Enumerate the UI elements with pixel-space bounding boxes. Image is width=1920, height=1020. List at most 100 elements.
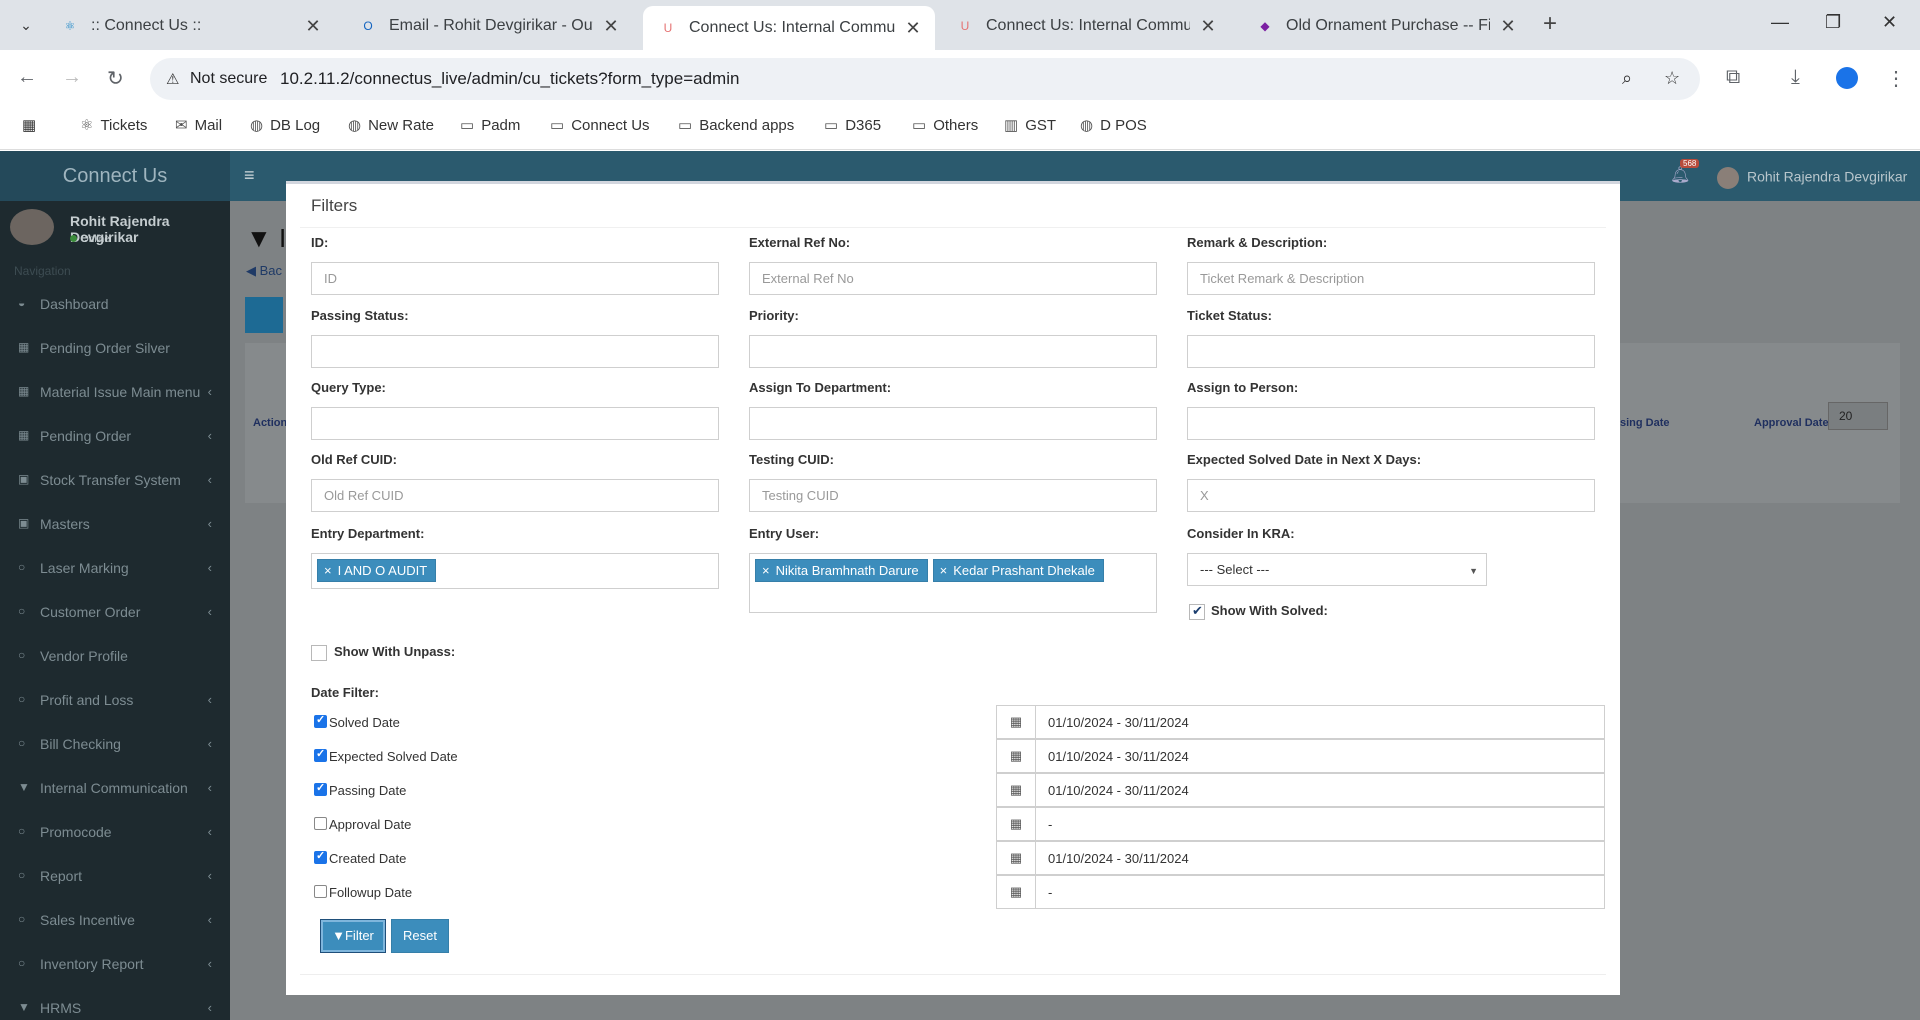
menu-icon[interactable]: ⋮ bbox=[1886, 66, 1906, 91]
bookmark-item[interactable]: ▭ Connect Us bbox=[550, 116, 650, 135]
entry-dept-multiselect[interactable]: × I AND O AUDIT bbox=[311, 553, 719, 589]
date-filter-checkbox[interactable] bbox=[314, 817, 327, 830]
close-window-button[interactable]: ✕ bbox=[1882, 12, 1897, 33]
sidebar-item[interactable]: ○ Inventory Report ‹ bbox=[0, 943, 230, 987]
date-range-input[interactable]: 01/10/2024 - 30/11/2024 bbox=[1035, 705, 1605, 739]
bookmark-star-icon[interactable]: ☆ bbox=[1664, 68, 1680, 89]
bookmark-item[interactable]: ▭ Others bbox=[912, 116, 978, 135]
tab-close-icon[interactable]: ✕ bbox=[1498, 16, 1518, 37]
bookmark-item[interactable]: ▭ Padm bbox=[460, 116, 520, 135]
entry-user-multiselect[interactable]: × Nikita Bramhnath Darure × Kedar Prashant … bbox=[749, 553, 1157, 613]
filter-toggle-button[interactable] bbox=[245, 297, 283, 333]
col-approval-date[interactable]: Approval Date bbox=[1754, 417, 1829, 429]
restore-button[interactable]: ❐ bbox=[1825, 12, 1841, 33]
date-filter-checkbox[interactable] bbox=[314, 713, 327, 728]
date-filter-checkbox[interactable] bbox=[314, 885, 327, 898]
sidebar-item[interactable]: ▼ HRMS ‹ bbox=[0, 987, 230, 1020]
expected-days-input[interactable]: X bbox=[1187, 479, 1595, 512]
sidebar-item[interactable]: ○ Bill Checking ‹ bbox=[0, 723, 230, 767]
remove-tag-icon[interactable]: × bbox=[324, 563, 332, 578]
url-text[interactable]: 10.2.11.2/connectus_live/admin/cu_ticket… bbox=[280, 69, 739, 89]
calendar-icon[interactable]: ▦ bbox=[996, 705, 1036, 739]
date-range-input[interactable]: 01/10/2024 - 30/11/2024 bbox=[1035, 841, 1605, 875]
tab-close-icon[interactable]: ✕ bbox=[601, 16, 621, 37]
apps-grid-icon[interactable]: ▦ bbox=[22, 116, 36, 134]
browser-tab[interactable]: U Connect Us: Internal Communication ✕ bbox=[643, 6, 935, 50]
ticket-status-select[interactable] bbox=[1187, 335, 1595, 368]
sidebar-item[interactable]: ▣ Masters ‹ bbox=[0, 503, 230, 547]
browser-tab[interactable]: ◆ Old Ornament Purchase -- Finance ✕ bbox=[1240, 8, 1530, 44]
remove-tag-icon[interactable]: × bbox=[762, 563, 770, 578]
notification-bell-icon[interactable]: 🔔︎ 568 bbox=[1670, 159, 1700, 185]
id-input[interactable]: ID bbox=[311, 262, 719, 295]
sidebar-item[interactable]: ○ Laser Marking ‹ bbox=[0, 547, 230, 591]
passing-status-select[interactable] bbox=[311, 335, 719, 368]
browser-tab[interactable]: U Connect Us: Internal Communication ✕ bbox=[940, 8, 1230, 44]
reload-button[interactable]: ↻ bbox=[107, 66, 124, 91]
forward-button[interactable]: → bbox=[62, 66, 82, 89]
bookmark-item[interactable]: ◍ New Rate bbox=[348, 116, 434, 135]
sidebar-item[interactable]: ◒ Dashboard bbox=[0, 283, 230, 327]
testing-cuid-input[interactable]: Testing CUID bbox=[749, 479, 1157, 512]
sidebar-item[interactable]: ▣ Stock Transfer System ‹ bbox=[0, 459, 230, 503]
tab-close-icon[interactable]: ✕ bbox=[903, 18, 923, 39]
col-passing-date[interactable]: sing Date bbox=[1620, 417, 1670, 429]
minimize-button[interactable]: — bbox=[1771, 12, 1789, 33]
remove-tag-icon[interactable]: × bbox=[940, 563, 948, 578]
tab-close-icon[interactable]: ✕ bbox=[303, 16, 323, 37]
date-range-input[interactable]: - bbox=[1035, 875, 1605, 909]
bookmark-item[interactable]: ✉ Mail bbox=[175, 116, 222, 135]
security-label[interactable]: Not secure bbox=[190, 70, 267, 88]
date-filter-checkbox[interactable] bbox=[314, 781, 327, 796]
sidebar-item[interactable]: ○ Vendor Profile bbox=[0, 635, 230, 679]
show-unpass-checkbox[interactable] bbox=[311, 645, 327, 661]
query-type-select[interactable] bbox=[311, 407, 719, 440]
assign-person-select[interactable] bbox=[1187, 407, 1595, 440]
tab-search-button[interactable]: ⌄ bbox=[12, 12, 40, 38]
bookmark-item[interactable]: ▥ GST bbox=[1004, 116, 1056, 135]
sidebar-item[interactable]: ▦ Pending Order ‹ bbox=[0, 415, 230, 459]
address-bar[interactable]: ⚠ Not secure 10.2.11.2/connectus_live/ad… bbox=[150, 58, 1700, 100]
bookmark-item[interactable]: ▭ D365 bbox=[824, 116, 881, 135]
page-size-select[interactable]: 20 bbox=[1828, 402, 1888, 430]
filter-button[interactable]: ▼Filter bbox=[320, 919, 386, 953]
calendar-icon[interactable]: ▦ bbox=[996, 739, 1036, 773]
bookmark-item[interactable]: ⚛ Tickets bbox=[80, 116, 147, 135]
reset-button[interactable]: Reset bbox=[391, 919, 449, 953]
back-link[interactable]: ◀ Bac bbox=[246, 263, 282, 279]
date-filter-checkbox[interactable] bbox=[314, 747, 327, 762]
extensions-icon[interactable]: ⧉ bbox=[1726, 66, 1740, 89]
bookmark-item[interactable]: ◍ D POS bbox=[1080, 116, 1147, 135]
tab-close-icon[interactable]: ✕ bbox=[1198, 16, 1218, 37]
old-ref-input[interactable]: Old Ref CUID bbox=[311, 479, 719, 512]
browser-tab[interactable]: O Email - Rohit Devgirikar - Outlook ✕ bbox=[343, 8, 633, 44]
bookmark-item[interactable]: ◍ DB Log bbox=[250, 116, 320, 135]
assign-dept-select[interactable] bbox=[749, 407, 1157, 440]
sidebar-item[interactable]: ○ Sales Incentive ‹ bbox=[0, 899, 230, 943]
date-range-input[interactable]: 01/10/2024 - 30/11/2024 bbox=[1035, 773, 1605, 807]
sidebar-item[interactable]: ▦ Material Issue Main menu ‹ bbox=[0, 371, 230, 415]
sidebar-item[interactable]: ○ Report ‹ bbox=[0, 855, 230, 899]
sidebar-item[interactable]: ▼ Internal Communication ‹ bbox=[0, 767, 230, 811]
sidebar-item[interactable]: ○ Promocode ‹ bbox=[0, 811, 230, 855]
remark-input[interactable]: Ticket Remark & Description bbox=[1187, 262, 1595, 295]
external-ref-input[interactable]: External Ref No bbox=[749, 262, 1157, 295]
calendar-icon[interactable]: ▦ bbox=[996, 807, 1036, 841]
sidebar-toggle-icon[interactable]: ≡ bbox=[244, 165, 255, 186]
browser-tab[interactable]: ⚛:: Connect Us :: ✕ bbox=[45, 8, 335, 44]
priority-select[interactable] bbox=[749, 335, 1157, 368]
calendar-icon[interactable]: ▦ bbox=[996, 841, 1036, 875]
new-tab-button[interactable]: + bbox=[1543, 10, 1557, 38]
sidebar-item[interactable]: ○ Customer Order ‹ bbox=[0, 591, 230, 635]
calendar-icon[interactable]: ▦ bbox=[996, 773, 1036, 807]
show-solved-checkbox[interactable] bbox=[1189, 603, 1205, 620]
zoom-icon[interactable]: ⌕ bbox=[1622, 68, 1632, 89]
profile-avatar[interactable] bbox=[1836, 67, 1858, 89]
back-button[interactable]: ← bbox=[17, 66, 37, 89]
date-filter-checkbox[interactable] bbox=[314, 849, 327, 864]
bookmark-item[interactable]: ▭ Backend apps bbox=[678, 116, 794, 135]
download-icon[interactable]: ⤓ bbox=[1791, 66, 1800, 89]
sidebar-item[interactable]: ▦ Pending Order Silver bbox=[0, 327, 230, 371]
calendar-icon[interactable]: ▦ bbox=[996, 875, 1036, 909]
sidebar-item[interactable]: ○ Profit and Loss ‹ bbox=[0, 679, 230, 723]
